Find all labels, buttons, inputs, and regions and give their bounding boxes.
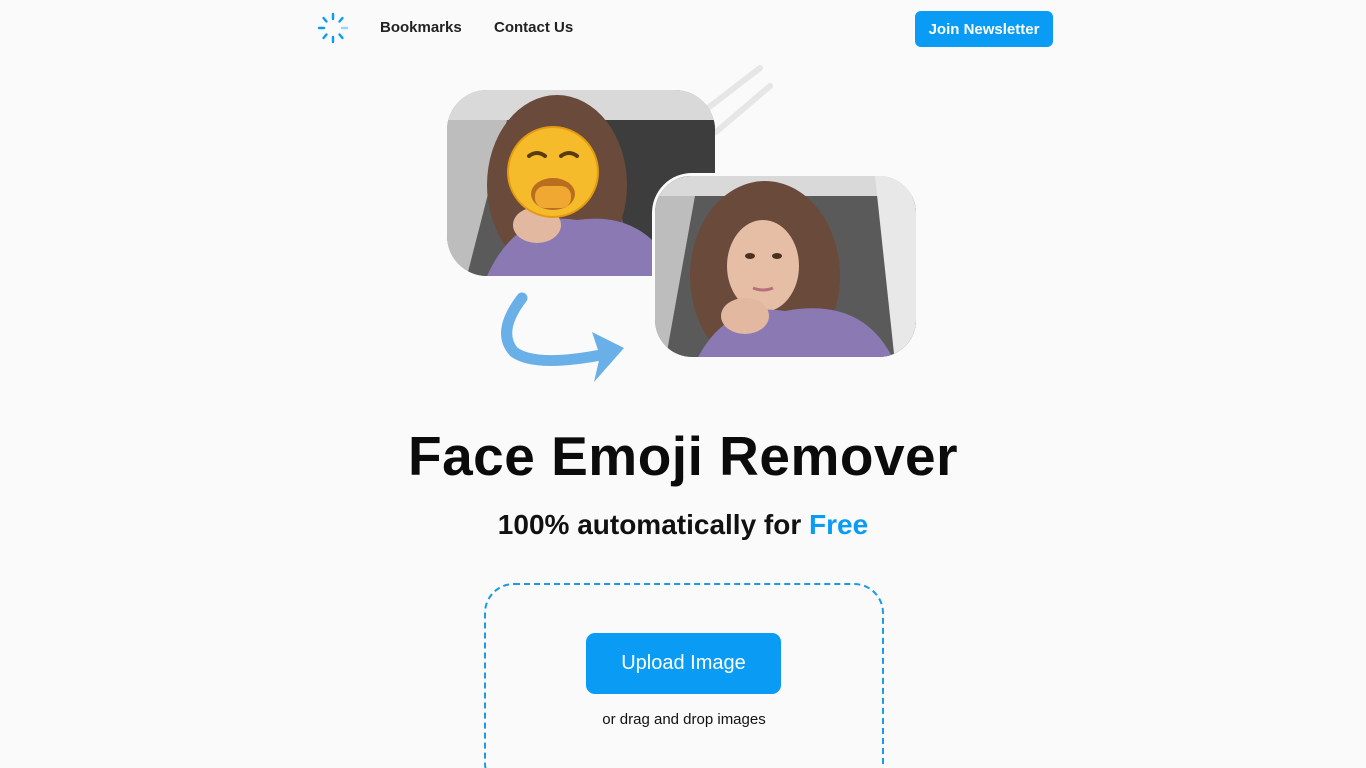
nav-bookmarks[interactable]: Bookmarks bbox=[380, 19, 462, 36]
drag-drop-hint: or drag and drop images bbox=[602, 711, 766, 728]
yawning-emoji-icon bbox=[507, 126, 599, 218]
after-photo bbox=[652, 173, 919, 360]
curved-arrow-icon bbox=[501, 292, 624, 382]
upload-image-button[interactable]: Upload Image bbox=[586, 633, 781, 694]
page-subtitle: 100% automatically for Free bbox=[0, 509, 1366, 541]
nav-contact-us[interactable]: Contact Us bbox=[494, 19, 573, 36]
subtitle-prefix: 100% automatically for bbox=[497, 509, 810, 540]
spinner-logo-icon[interactable] bbox=[316, 11, 350, 45]
page: Bookmarks Contact Us Join Newsletter Fac… bbox=[0, 0, 1366, 768]
page-title: Face Emoji Remover bbox=[407, 425, 959, 487]
join-newsletter-button[interactable]: Join Newsletter bbox=[915, 11, 1053, 47]
subtitle-highlight: Free bbox=[809, 509, 869, 540]
site-header: Bookmarks Contact Us Join Newsletter bbox=[0, 0, 1366, 58]
